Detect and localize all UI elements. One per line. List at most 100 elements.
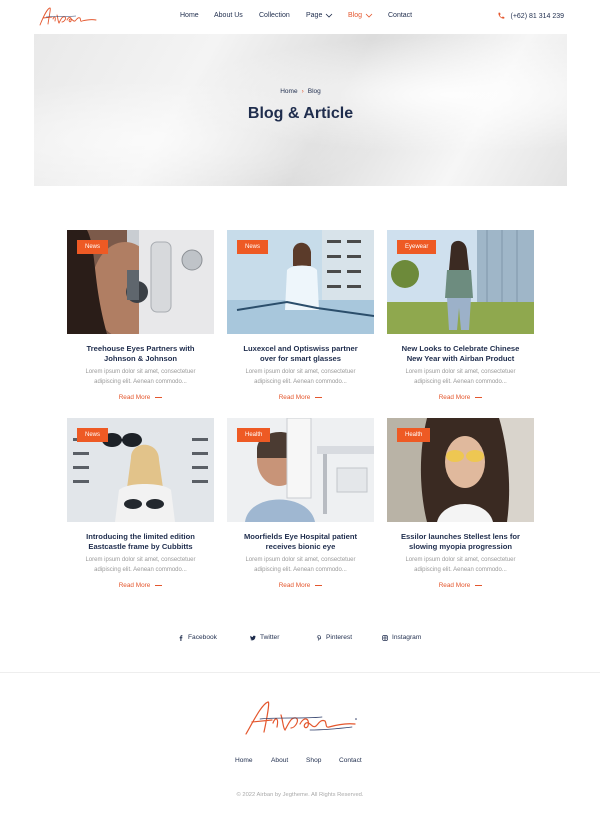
card-excerpt-line: Lorem ipsum dolor sit amet, consectetuer bbox=[405, 557, 516, 563]
page-title: Blog & Article bbox=[247, 105, 354, 122]
social-pinterest[interactable]: Pinterest bbox=[316, 634, 352, 641]
card-excerpt-line: Lorem ipsum dolor sit amet, consectetuer bbox=[85, 369, 196, 375]
card-excerpt-line: Lorem ipsum dolor sit amet, consectetuer bbox=[85, 557, 196, 563]
card-excerpt-line: adipiscing elit. Aenean commodo... bbox=[94, 379, 187, 385]
card-title-line: Moorfields Eye Hospital patient bbox=[243, 532, 358, 541]
nav-collection-label: Collection bbox=[259, 12, 290, 19]
nav-home-label: Home bbox=[180, 12, 199, 19]
card-excerpt-line: adipiscing elit. Aenean commodo... bbox=[254, 567, 347, 573]
card-excerpt: Lorem ipsum dolor sit amet, consectetuer… bbox=[387, 367, 534, 387]
chevron-down-icon bbox=[326, 13, 333, 18]
read-more-link[interactable]: Read More bbox=[227, 582, 374, 589]
dash-icon bbox=[315, 584, 323, 586]
category-badge[interactable]: Health bbox=[237, 428, 271, 442]
instagram-icon bbox=[382, 634, 388, 641]
card-image[interactable]: Health bbox=[227, 418, 374, 522]
twitter-icon bbox=[250, 635, 256, 640]
card-title[interactable]: Luxexcel and Optiswiss partner over for s… bbox=[227, 344, 374, 364]
card-image[interactable]: Health bbox=[387, 418, 534, 522]
card-image[interactable]: News bbox=[67, 230, 214, 334]
category-badge[interactable]: Health bbox=[397, 428, 431, 442]
card-excerpt: Lorem ipsum dolor sit amet, consectetuer… bbox=[67, 367, 214, 387]
dash-icon bbox=[475, 584, 483, 586]
footer-nav-home[interactable]: Home bbox=[235, 757, 253, 764]
category-badge[interactable]: News bbox=[237, 240, 269, 254]
card-title-line: Johnson & Johnson bbox=[104, 354, 177, 363]
site-header: Home About Us Collection Page Blog Conta… bbox=[0, 0, 600, 34]
read-more-label: Read More bbox=[118, 582, 151, 589]
card-title[interactable]: Moorfields Eye Hospital patient receives … bbox=[227, 532, 374, 552]
card-title[interactable]: New Looks to Celebrate Chinese New Year w… bbox=[387, 344, 534, 364]
social-label: Pinterest bbox=[326, 634, 353, 641]
card-excerpt-line: Lorem ipsum dolor sit amet, consectetuer bbox=[245, 369, 356, 375]
card-image[interactable]: News bbox=[67, 418, 214, 522]
category-badge[interactable]: News bbox=[77, 428, 109, 442]
footer-divider bbox=[0, 672, 600, 673]
card-title-line: Luxexcel and Optiswiss partner bbox=[243, 344, 358, 353]
phone-number: (+62) 81 314 239 bbox=[510, 12, 564, 20]
footer-nav-contact[interactable]: Contact bbox=[339, 757, 362, 764]
read-more-label: Read More bbox=[278, 394, 311, 401]
read-more-link[interactable]: Read More bbox=[227, 394, 374, 401]
card-title-line: Eastcastle frame by Cubbitts bbox=[88, 542, 193, 551]
read-more-link[interactable]: Read More bbox=[67, 394, 214, 401]
read-more-label: Read More bbox=[278, 582, 311, 589]
dash-icon bbox=[315, 396, 323, 398]
nav-contact-label: Contact bbox=[388, 12, 413, 19]
card-title-line: New Year with Airban Product bbox=[406, 354, 515, 363]
card-image[interactable]: Eyewear bbox=[387, 230, 534, 334]
read-more-link[interactable]: Read More bbox=[387, 582, 534, 589]
nav-collection[interactable]: Collection bbox=[259, 12, 290, 19]
nav-about-label: About Us bbox=[214, 12, 243, 19]
card-excerpt-line: adipiscing elit. Aenean commodo... bbox=[94, 567, 187, 573]
footer-nav-about[interactable]: About bbox=[271, 757, 288, 764]
nav-about[interactable]: About Us bbox=[214, 12, 243, 19]
nav-blog-label: Blog bbox=[348, 12, 363, 19]
read-more-link[interactable]: Read More bbox=[67, 582, 214, 589]
card-title-line: slowing myopia progression bbox=[409, 542, 512, 551]
social-twitter[interactable]: Twitter bbox=[250, 634, 279, 641]
footer-airban-logo[interactable] bbox=[240, 696, 360, 742]
page-hero: Home › Blog Blog & Article bbox=[34, 34, 567, 186]
card-excerpt-line: adipiscing elit. Aenean commodo... bbox=[414, 379, 507, 385]
read-more-label: Read More bbox=[118, 394, 151, 401]
copyright-text: © 2022 Airban by Jegtheme. All Rights Re… bbox=[236, 792, 364, 798]
nav-home[interactable]: Home bbox=[180, 12, 199, 19]
card-image[interactable]: News bbox=[227, 230, 374, 334]
card-excerpt-line: adipiscing elit. Aenean commodo... bbox=[414, 567, 507, 573]
breadcrumb-home[interactable]: Home bbox=[280, 88, 297, 95]
read-more-label: Read More bbox=[438, 394, 471, 401]
dash-icon bbox=[475, 396, 483, 398]
card-title[interactable]: Introducing the limited edition Eastcastl… bbox=[67, 532, 214, 552]
blog-card[interactable]: Health Moorfields Eye Hospital patient re… bbox=[227, 418, 374, 598]
category-badge[interactable]: News bbox=[77, 240, 109, 254]
breadcrumb-current: Blog bbox=[307, 88, 321, 95]
social-label: Instagram bbox=[392, 634, 422, 641]
social-facebook[interactable]: Facebook bbox=[178, 634, 217, 641]
nav-blog[interactable]: Blog bbox=[348, 12, 373, 19]
phone-contact[interactable]: (+62) 81 314 239 bbox=[497, 12, 564, 20]
card-title[interactable]: Treehouse Eyes Partners with Johnson & Jo… bbox=[67, 344, 214, 364]
dash-icon bbox=[155, 396, 163, 398]
card-title-line: Essilor launches Stellest lens for bbox=[400, 532, 520, 541]
card-excerpt-line: adipiscing elit. Aenean commodo... bbox=[254, 379, 347, 385]
social-instagram[interactable]: Instagram bbox=[382, 634, 421, 641]
blog-card[interactable]: News Introducing the limited edition East… bbox=[67, 418, 214, 598]
blog-card[interactable]: News Treehouse Eyes Partners with Johnson… bbox=[67, 230, 214, 410]
nav-page-label: Page bbox=[306, 12, 323, 19]
social-label: Facebook bbox=[188, 634, 217, 641]
footer-nav-shop[interactable]: Shop bbox=[306, 757, 321, 764]
airban-logo[interactable] bbox=[36, 5, 98, 29]
blog-card[interactable]: Health Essilor launches Stellest lens fo… bbox=[387, 418, 534, 598]
blog-card[interactable]: News Luxexcel and Optiswiss partner over … bbox=[227, 230, 374, 410]
card-excerpt-line: Lorem ipsum dolor sit amet, consectetuer bbox=[245, 557, 356, 563]
facebook-icon bbox=[179, 634, 183, 641]
phone-icon bbox=[498, 12, 505, 19]
category-badge[interactable]: Eyewear bbox=[397, 240, 437, 254]
nav-contact[interactable]: Contact bbox=[388, 12, 412, 19]
read-more-link[interactable]: Read More bbox=[387, 394, 534, 401]
blog-card[interactable]: Eyewear New Looks to Celebrate Chinese Ne… bbox=[387, 230, 534, 410]
card-title[interactable]: Essilor launches Stellest lens for slowin… bbox=[387, 532, 534, 552]
nav-page[interactable]: Page bbox=[306, 12, 333, 19]
card-title-line: Treehouse Eyes Partners with bbox=[86, 344, 195, 353]
